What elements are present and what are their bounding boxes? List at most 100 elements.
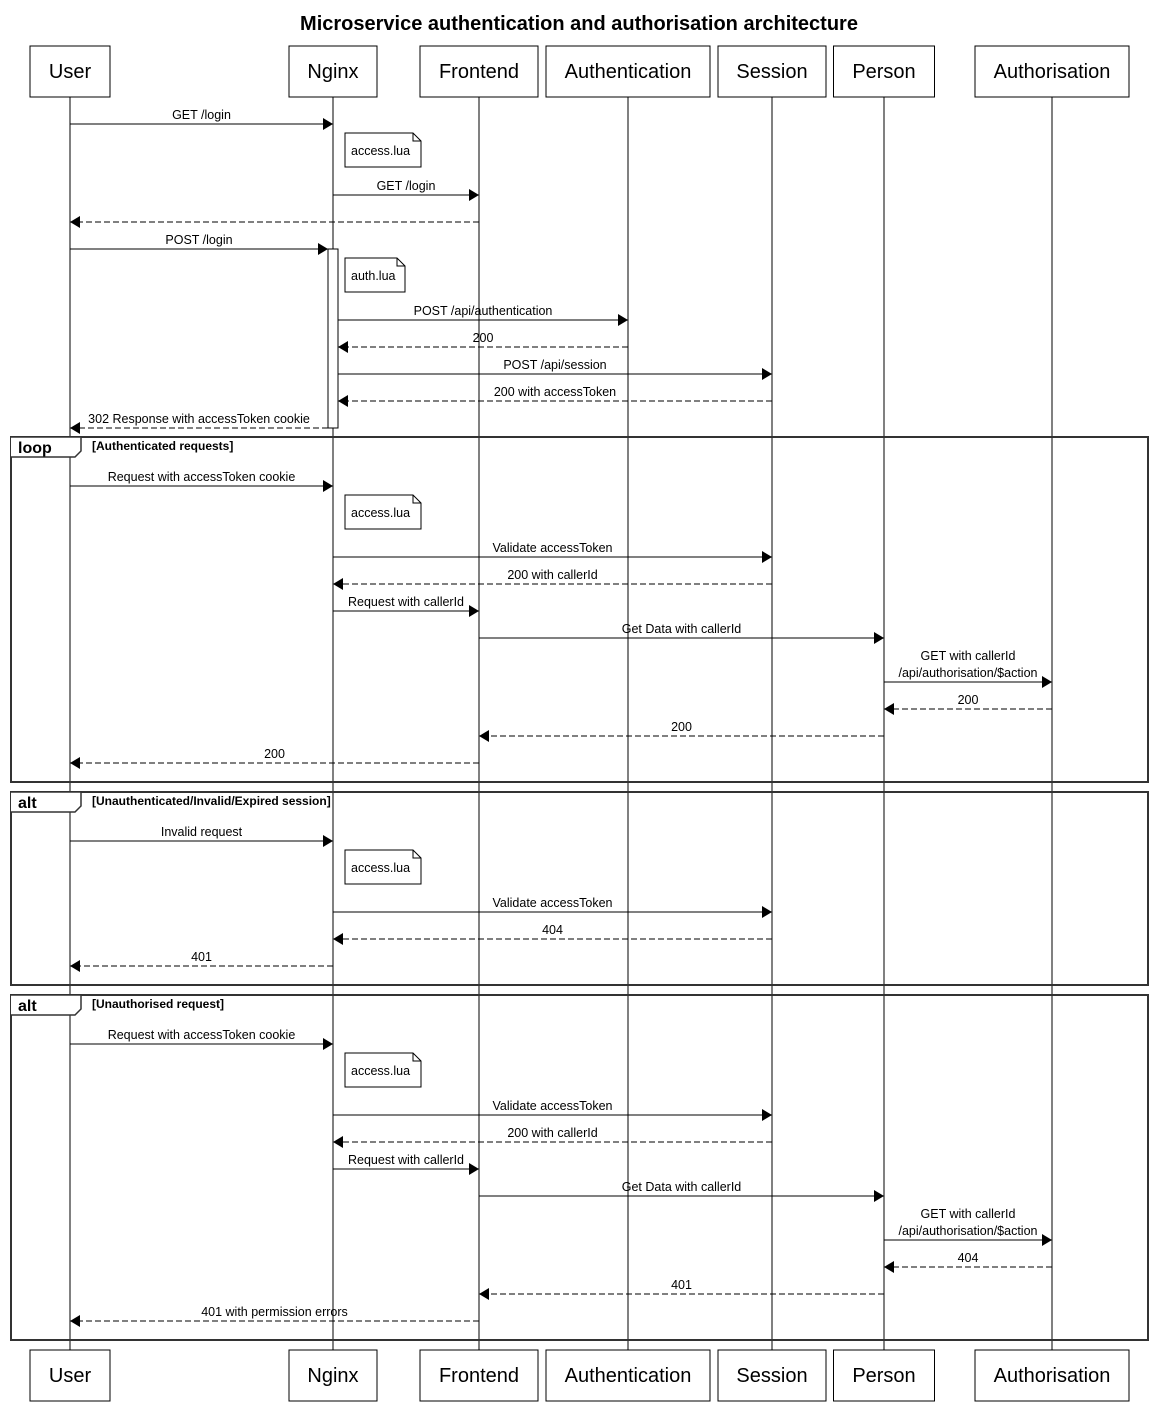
- message-label: 200 with callerId: [507, 568, 597, 582]
- message-7: POST /api/authentication: [338, 304, 628, 326]
- fragment-3-message-3: Validate accessToken: [333, 1099, 772, 1121]
- message-1: GET /login: [70, 108, 333, 130]
- participant-label: Session: [736, 1365, 807, 1387]
- sequence-diagram: Microservice authentication and authoris…: [10, 13, 1149, 1402]
- fragment-1-message-4: 200 with callerId: [333, 568, 772, 590]
- participant-nginx-top: Nginx: [288, 45, 378, 98]
- fragment-3-message-5: Request with callerId: [333, 1153, 479, 1175]
- fragment-alt-3: alt [Unauthorised request]: [10, 994, 1149, 1341]
- message-label: /api/authorisation/$action: [899, 1224, 1038, 1238]
- fragment-3-message-4: 200 with callerId: [333, 1126, 772, 1148]
- participant-frontend-bottom: Frontend: [419, 1349, 539, 1402]
- diagram-title: Microservice authentication and authoris…: [300, 13, 858, 35]
- message-label: 200 with callerId: [507, 1126, 597, 1140]
- participant-user-top: User: [29, 45, 111, 98]
- message-label: 200: [264, 747, 285, 761]
- participant-label: Authorisation: [994, 61, 1111, 83]
- message-label: GET /login: [172, 108, 231, 122]
- fragment-frame: [10, 994, 1149, 1341]
- message-label: 401: [191, 950, 212, 964]
- participant-label: Authorisation: [994, 1365, 1111, 1387]
- fragment-frame: [10, 791, 1149, 986]
- fragment-loop-1: loop [Authenticated requests]: [10, 436, 1149, 783]
- message-label: Get Data with callerId: [622, 622, 742, 636]
- note-access-lua: access.lua: [344, 849, 422, 885]
- participant-label: Authentication: [565, 61, 692, 83]
- participant-authorisation-bottom: Authorisation: [974, 1349, 1130, 1402]
- message-label: 404: [958, 1251, 979, 1265]
- message-label: Request with accessToken cookie: [108, 470, 296, 484]
- note-label: auth.lua: [351, 269, 396, 283]
- fragment-1-message-3: Validate accessToken: [333, 541, 772, 563]
- fragment-3-message-6: Get Data with callerId: [479, 1180, 884, 1202]
- activation-bar-nginx: [327, 248, 339, 429]
- fragment-3-message-9: 401: [479, 1278, 884, 1300]
- message-9: POST /api/session: [338, 358, 772, 380]
- fragment-operator: alt: [18, 795, 37, 812]
- fragment-2-message-5: 401: [70, 950, 333, 972]
- message-label: POST /api/authentication: [414, 304, 553, 318]
- message-label: 401 with permission errors: [201, 1305, 348, 1319]
- message-label: GET /login: [377, 179, 436, 193]
- fragment-guard: [Unauthorised request]: [92, 997, 224, 1011]
- participant-label: Nginx: [307, 1365, 358, 1387]
- message-label: Validate accessToken: [493, 541, 613, 555]
- activations: [327, 248, 339, 429]
- fragment-1-message-5: Request with callerId: [333, 595, 479, 617]
- note-access-lua: access.lua: [344, 494, 422, 530]
- fragment-2-message-1: Invalid request: [70, 825, 333, 847]
- participant-authentication-bottom: Authentication: [545, 1349, 711, 1402]
- fragment-3-message-1: Request with accessToken cookie: [70, 1028, 333, 1050]
- message-label: Request with callerId: [348, 1153, 464, 1167]
- message-label: POST /api/session: [503, 358, 606, 372]
- fragment-guard: [Unauthenticated/Invalid/Expired session…: [92, 794, 331, 808]
- fragment-3-message-10: 401 with permission errors: [70, 1305, 479, 1327]
- participants-bottom: User Nginx Frontend Authentication Session Pe…: [29, 1349, 1130, 1402]
- message-8: 200: [338, 331, 628, 353]
- fragment-1-message-9: 200: [479, 720, 884, 742]
- message-label: 401: [671, 1278, 692, 1292]
- participant-label: Person: [852, 1365, 915, 1387]
- message-label: 200: [958, 693, 979, 707]
- fragment-1-message-7: GET with callerId/api/authorisation/$act…: [884, 649, 1052, 688]
- fragment-1-message-6: Get Data with callerId: [479, 622, 884, 644]
- fragment-1-message-8: 200: [884, 693, 1052, 715]
- message-label: Validate accessToken: [493, 1099, 613, 1113]
- message-label: 302 Response with accessToken cookie: [88, 412, 310, 426]
- fragment-1-message-10: 200: [70, 747, 479, 769]
- message-label: Get Data with callerId: [622, 1180, 742, 1194]
- fragment-2-message-4: 404: [333, 923, 772, 945]
- participant-label: Session: [736, 61, 807, 83]
- note-label: access.lua: [351, 1064, 410, 1078]
- participant-person-bottom: Person: [833, 1349, 935, 1402]
- participant-label: Frontend: [439, 1365, 519, 1387]
- message-label: GET with callerId: [921, 649, 1016, 663]
- participant-label: User: [49, 1365, 92, 1387]
- message-label: Request with accessToken cookie: [108, 1028, 296, 1042]
- fragment-1-message-1: Request with accessToken cookie: [70, 470, 333, 492]
- fragment-alt-2: alt [Unauthenticated/Invalid/Expired sess…: [10, 791, 1149, 986]
- message-label: 200: [671, 720, 692, 734]
- participant-authorisation-top: Authorisation: [974, 45, 1130, 98]
- participant-label: Frontend: [439, 61, 519, 83]
- message-label: 200: [473, 331, 494, 345]
- fragment-3-message-8: 404: [884, 1251, 1052, 1273]
- message-5: POST /login: [70, 233, 328, 255]
- message-label: Invalid request: [161, 825, 243, 839]
- note-auth-lua: auth.lua: [344, 257, 406, 293]
- participants-top: User Nginx Frontend Authentication Session Pe…: [29, 45, 1130, 98]
- participant-authentication-top: Authentication: [545, 45, 711, 98]
- participant-session-top: Session: [717, 45, 827, 98]
- lifelines: [69, 97, 1053, 1350]
- fragment-2-message-3: Validate accessToken: [333, 896, 772, 918]
- message-label: 404: [542, 923, 563, 937]
- note-access-lua: access.lua: [344, 132, 422, 168]
- message-label: Request with callerId: [348, 595, 464, 609]
- note-access-lua: access.lua: [344, 1052, 422, 1088]
- note-label: access.lua: [351, 144, 410, 158]
- message-label: GET with callerId: [921, 1207, 1016, 1221]
- note-label: access.lua: [351, 861, 410, 875]
- message-label: POST /login: [165, 233, 232, 247]
- participant-label: User: [49, 61, 92, 83]
- fragment-operator: loop: [18, 440, 52, 457]
